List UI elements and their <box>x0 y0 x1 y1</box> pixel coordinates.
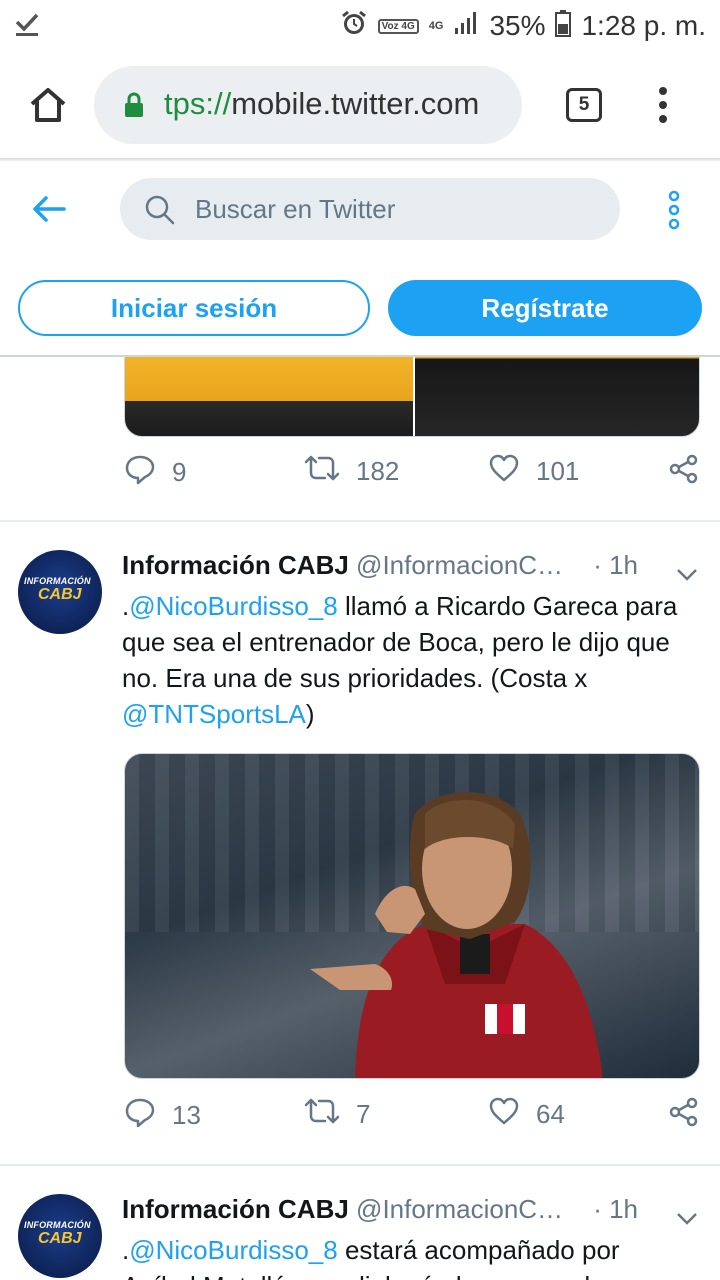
tweet-photo[interactable] <box>124 753 700 1079</box>
alarm-icon <box>340 9 368 44</box>
like-count: 64 <box>536 1099 565 1129</box>
twitter-header: Buscar en Twitter Iniciar sesión Regístr… <box>0 162 720 356</box>
tweet-text: .@NicoBurdisso_8 llamó a Ricardo Gareca … <box>122 588 682 732</box>
reply-icon <box>124 1096 156 1135</box>
reply-count: 13 <box>172 1100 201 1130</box>
chevron-down-icon[interactable] <box>676 1202 698 1233</box>
status-bar: Voz 4G 4G 35% 1:28 p. m. <box>0 0 720 52</box>
avatar-text: INFORMACIÓN <box>24 576 91 586</box>
download-complete-icon <box>14 10 40 43</box>
tweet-text: .@NicoBurdisso_8 estará acompañado por A… <box>122 1232 682 1280</box>
avatar-text: CABJ <box>38 586 82 603</box>
more-options-icon[interactable] <box>664 190 684 235</box>
chevron-down-icon[interactable] <box>676 558 698 589</box>
previous-tweet-media[interactable] <box>124 357 700 437</box>
author-handle[interactable]: @InformacionC… <box>356 550 563 580</box>
reply-count: 9 <box>172 457 187 487</box>
browser-menu-icon[interactable] <box>656 86 670 129</box>
media-image <box>125 357 413 436</box>
author-handle[interactable]: @InformacionC… <box>356 1194 563 1224</box>
url-text: tps://mobile.twitter.com <box>164 86 479 122</box>
share-icon <box>668 453 700 492</box>
tweet-header: Información CABJ @InformacionC… · 1h <box>122 1194 702 1230</box>
reply-button[interactable]: 9 <box>124 453 186 492</box>
retweet-button[interactable]: 182 <box>304 453 399 490</box>
signup-button[interactable]: Regístrate <box>388 280 702 336</box>
timeline: 9 182 101 INFORMACIÓN CABJ Información C… <box>0 357 720 1280</box>
browser-toolbar: tps://mobile.twitter.com 5 <box>0 52 720 158</box>
volte-badge: Voz 4G <box>377 18 419 34</box>
avatar[interactable]: INFORMACIÓN CABJ <box>18 550 102 634</box>
retweet-icon <box>304 453 340 490</box>
tweet-actions: 13 7 64 <box>124 1096 702 1136</box>
like-count: 101 <box>536 456 580 486</box>
media-image <box>415 357 699 436</box>
login-button[interactable]: Iniciar sesión <box>18 280 370 336</box>
address-bar[interactable]: tps://mobile.twitter.com <box>94 66 522 144</box>
like-button[interactable]: 101 <box>488 453 579 490</box>
tab-switcher-button[interactable]: 5 <box>566 88 602 122</box>
url-scheme: tps:// <box>164 86 232 121</box>
tweet-timestamp[interactable]: · 1h <box>593 1194 638 1225</box>
share-button[interactable] <box>668 1096 700 1135</box>
coach-photo <box>310 792 603 1078</box>
author-name[interactable]: Información CABJ <box>122 550 349 580</box>
tweet-text-part: ) <box>305 699 315 729</box>
like-button[interactable]: 64 <box>488 1096 565 1133</box>
share-button[interactable] <box>668 453 700 492</box>
heart-icon <box>488 453 520 490</box>
back-arrow-icon[interactable] <box>32 196 66 227</box>
mention-link[interactable]: @NicoBurdisso_8 <box>129 1235 337 1265</box>
retweet-count: 182 <box>356 456 400 486</box>
heart-icon <box>488 1096 520 1133</box>
reply-button[interactable]: 13 <box>124 1096 201 1135</box>
clock: 1:28 p. m. <box>581 10 706 41</box>
tweet-actions: 9 182 101 <box>124 453 702 493</box>
search-icon <box>144 194 176 231</box>
avatar-text: INFORMACIÓN <box>24 1220 91 1230</box>
avatar[interactable]: INFORMACIÓN CABJ <box>18 1194 102 1278</box>
mention-link[interactable]: @TNTSportsLA <box>122 699 306 729</box>
network-type: 4G <box>428 20 444 32</box>
mention-link[interactable]: @NicoBurdisso_8 <box>129 591 337 621</box>
reply-icon <box>124 453 156 492</box>
share-icon <box>668 1096 700 1135</box>
tweet-divider <box>0 1164 720 1166</box>
search-placeholder: Buscar en Twitter <box>195 194 396 224</box>
tweet-timestamp[interactable]: · 1h <box>593 550 638 581</box>
home-icon[interactable] <box>28 86 68 129</box>
author-name[interactable]: Información CABJ <box>122 1194 349 1224</box>
tweet-divider <box>0 520 720 522</box>
retweet-button[interactable]: 7 <box>304 1096 370 1133</box>
retweet-count: 7 <box>356 1099 371 1129</box>
battery-percent: 35% <box>489 10 546 41</box>
retweet-icon <box>304 1096 340 1133</box>
search-input[interactable]: Buscar en Twitter <box>120 178 620 240</box>
battery-icon <box>555 9 572 44</box>
lock-icon <box>124 92 144 123</box>
url-host: mobile.twitter.com <box>231 86 480 121</box>
signal-icon <box>453 10 479 43</box>
avatar-text: CABJ <box>38 1230 82 1247</box>
tweet-header: Información CABJ @InformacionC… · 1h <box>122 550 702 586</box>
